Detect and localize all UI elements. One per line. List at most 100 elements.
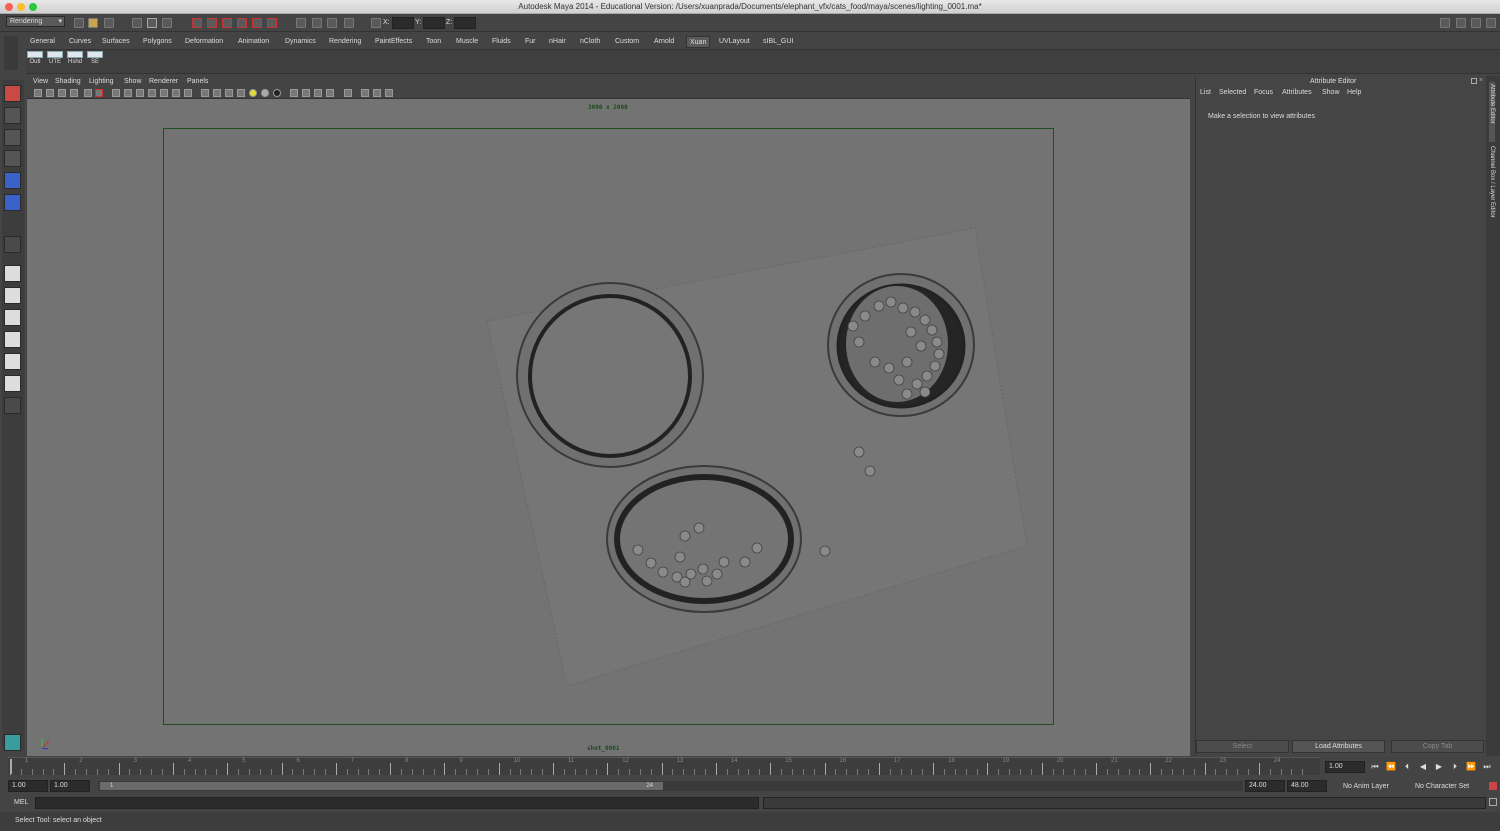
image-plane-icon[interactable] bbox=[70, 89, 78, 97]
layout-options-icon[interactable] bbox=[4, 397, 21, 414]
ipr-render-icon[interactable] bbox=[327, 18, 337, 28]
viewport-menu-panels[interactable]: Panels bbox=[187, 77, 208, 87]
tab-channel-box[interactable]: Channel Box / Layer Editor bbox=[1489, 146, 1495, 236]
snap-plane-icon[interactable] bbox=[237, 18, 247, 28]
play-backwards-icon[interactable]: ◀ bbox=[1418, 762, 1428, 772]
tab-painteffects[interactable]: PaintEffects bbox=[372, 36, 415, 48]
ae-menu-help[interactable]: Help bbox=[1347, 89, 1361, 96]
single-perspective-layout-icon[interactable] bbox=[4, 265, 21, 282]
scale-tool-icon[interactable] bbox=[4, 194, 21, 211]
wireframe-icon[interactable] bbox=[201, 89, 209, 97]
select-tool-icon[interactable] bbox=[4, 85, 21, 102]
playback-end-field[interactable]: 24.00 bbox=[1245, 780, 1285, 792]
new-scene-icon[interactable] bbox=[74, 18, 84, 28]
step-back-frame-icon[interactable]: ⏴ bbox=[1402, 762, 1412, 772]
y-input[interactable] bbox=[423, 17, 445, 29]
script-editor-icon[interactable] bbox=[1489, 798, 1497, 806]
tab-rendering[interactable]: Rendering bbox=[326, 36, 364, 48]
tab-muscle[interactable]: Muscle bbox=[453, 36, 481, 48]
character-set-dropdown[interactable]: No Character Set bbox=[1415, 783, 1469, 790]
all-lights-icon[interactable] bbox=[261, 89, 269, 97]
range-slider-handle[interactable]: 1 24 bbox=[100, 782, 663, 790]
persp-outliner-layout-icon[interactable] bbox=[4, 309, 21, 326]
ae-menu-focus[interactable]: Focus bbox=[1254, 89, 1273, 96]
tab-ncloth[interactable]: nCloth bbox=[577, 36, 603, 48]
menu-set-dropdown[interactable]: Rendering ▾ bbox=[6, 16, 65, 27]
tab-curves[interactable]: Curves bbox=[66, 36, 94, 48]
shadows-icon[interactable] bbox=[273, 89, 281, 97]
step-forward-frame-icon[interactable]: ⏵ bbox=[1450, 762, 1460, 772]
camera-attributes-icon[interactable] bbox=[46, 89, 54, 97]
toggle-attribute-icon[interactable] bbox=[1471, 18, 1481, 28]
anti-aliasing-icon[interactable] bbox=[326, 89, 334, 97]
gate-mask-icon[interactable] bbox=[136, 89, 144, 97]
hud-icon[interactable] bbox=[361, 89, 369, 97]
viewport-menu-view[interactable]: View bbox=[33, 77, 48, 87]
rotate-tool-icon[interactable] bbox=[4, 172, 21, 189]
bookmarks-icon[interactable] bbox=[58, 89, 66, 97]
ambient-occlusion-icon[interactable] bbox=[302, 89, 310, 97]
ae-menu-show[interactable]: Show bbox=[1322, 89, 1340, 96]
tab-surfaces[interactable]: Surfaces bbox=[99, 36, 133, 48]
render-current-icon[interactable] bbox=[312, 18, 322, 28]
texture-icon[interactable] bbox=[184, 89, 192, 97]
viewport-menu-shading[interactable]: Shading bbox=[55, 77, 81, 87]
tab-sibl-gui[interactable]: sIBL_GUI bbox=[760, 36, 796, 48]
go-to-end-icon[interactable]: ⏭ bbox=[1482, 762, 1492, 772]
persp-graph-layout-icon[interactable] bbox=[4, 331, 21, 348]
history-icon[interactable] bbox=[267, 18, 277, 28]
last-tool-icon[interactable] bbox=[4, 236, 21, 253]
shelf-button-hypershade[interactable]: Hshd bbox=[67, 51, 83, 67]
ae-menu-selected[interactable]: Selected bbox=[1219, 89, 1246, 96]
tab-general[interactable]: General bbox=[27, 36, 58, 48]
render-view-icon[interactable] bbox=[296, 18, 306, 28]
tab-fur[interactable]: Fur bbox=[522, 36, 539, 48]
select-object-icon[interactable] bbox=[147, 18, 157, 28]
snap-live-icon[interactable] bbox=[252, 18, 262, 28]
wireframe-on-shaded-icon[interactable] bbox=[225, 89, 233, 97]
paint-select-tool-icon[interactable] bbox=[4, 129, 21, 146]
select-hierarchy-icon[interactable] bbox=[132, 18, 142, 28]
tab-attribute-editor[interactable]: Attribute Editor bbox=[1489, 82, 1495, 142]
safe-action-icon[interactable] bbox=[160, 89, 168, 97]
stereo-icon[interactable] bbox=[385, 89, 393, 97]
play-forwards-icon[interactable]: ▶ bbox=[1434, 762, 1444, 772]
command-input[interactable] bbox=[35, 797, 759, 809]
field-chart-icon[interactable] bbox=[148, 89, 156, 97]
tab-deformation[interactable]: Deformation bbox=[182, 36, 226, 48]
open-scene-icon[interactable] bbox=[88, 18, 98, 28]
grease-pencil-icon[interactable] bbox=[84, 89, 92, 97]
film-gate-icon[interactable] bbox=[112, 89, 120, 97]
grid-toggle-icon[interactable] bbox=[95, 89, 103, 97]
tab-xuan[interactable]: Xuan bbox=[686, 36, 711, 48]
x-input[interactable] bbox=[392, 17, 414, 29]
viewport-menu-show[interactable]: Show bbox=[124, 77, 142, 87]
ae-menu-list[interactable]: List bbox=[1200, 89, 1211, 96]
high-quality-icon[interactable] bbox=[290, 89, 298, 97]
playback-start-field[interactable]: 1.00 bbox=[50, 780, 90, 792]
save-scene-icon[interactable] bbox=[104, 18, 114, 28]
step-back-key-icon[interactable]: ⏪ bbox=[1386, 762, 1396, 772]
viewport-menu-renderer[interactable]: Renderer bbox=[149, 77, 178, 87]
shelf-button-outliner[interactable]: Outl bbox=[27, 51, 43, 67]
persp-hypershade-layout-icon[interactable] bbox=[4, 353, 21, 370]
isolate-select-icon[interactable] bbox=[344, 89, 352, 97]
shelf-button-script-editor[interactable]: SE bbox=[87, 51, 103, 67]
toggle-tool-settings-icon[interactable] bbox=[1486, 18, 1496, 28]
float-panel-icon[interactable] bbox=[1471, 78, 1477, 84]
minimize-window-button[interactable] bbox=[17, 3, 25, 11]
tab-uvlayout[interactable]: UVLayout bbox=[716, 36, 753, 48]
current-time-field[interactable]: 1.00 bbox=[1325, 761, 1365, 773]
xray-icon[interactable] bbox=[237, 89, 245, 97]
tab-nhair[interactable]: nHair bbox=[546, 36, 569, 48]
lasso-tool-icon[interactable] bbox=[4, 107, 21, 124]
ae-menu-attributes[interactable]: Attributes bbox=[1282, 89, 1312, 96]
z-input[interactable] bbox=[454, 17, 476, 29]
tab-dynamics[interactable]: Dynamics bbox=[282, 36, 319, 48]
tab-arnold[interactable]: Arnold bbox=[651, 36, 677, 48]
end-time-field[interactable]: 48.00 bbox=[1287, 780, 1327, 792]
snap-curve-icon[interactable] bbox=[207, 18, 217, 28]
tab-toon[interactable]: Toon bbox=[423, 36, 444, 48]
ae-select-button[interactable]: Select bbox=[1196, 740, 1289, 753]
ae-copy-tab-button[interactable]: Copy Tab bbox=[1391, 740, 1484, 753]
